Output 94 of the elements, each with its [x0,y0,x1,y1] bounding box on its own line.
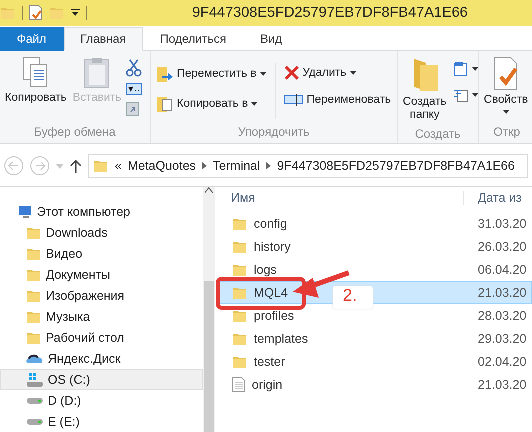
drive-icon [26,396,44,405]
step-label: 2. [333,286,374,309]
new-item-icon [452,61,469,77]
file-name: origin [252,378,283,392]
drive-icon [26,372,44,388]
ribbon-tab[interactable]: Поделиться [143,27,244,51]
documents-folder-icon [26,267,42,284]
nav-item[interactable]: Downloads [0,222,203,244]
caret-icon [251,102,258,106]
file-row[interactable]: origin 21.03.20 [217,373,532,396]
ribbon-group-label: Буфер обмена [33,124,117,141]
scroll-up-icon[interactable] [205,187,213,193]
address-bar[interactable]: « MetaQuotes Terminal 9F447308E5FD25797EB7DF8FB47A1E66 [88,154,528,178]
breadcrumb[interactable]: Terminal [213,159,260,173]
column-header[interactable]: Дата из [464,191,522,205]
ribbon-group-label: Упорядочить [237,124,311,141]
caret-icon [472,67,479,71]
copy-path-icon[interactable] [126,83,142,95]
caret-icon [260,72,267,76]
properties-icon[interactable] [29,5,43,21]
ribbon-tab[interactable]: Вид [243,27,300,51]
file-menu-tab[interactable]: Файл [0,27,64,51]
file-name: templates [254,332,308,346]
computer-icon [17,205,33,220]
file-icon [232,376,246,392]
file-date: 31.03.20 [477,216,527,230]
clipboard-icon [83,57,112,89]
chevron-icon[interactable] [266,162,272,170]
folder-icon [93,158,109,174]
scrollbar[interactable] [203,187,215,432]
nav-item[interactable]: Рабочий стол [0,327,203,348]
caret-icon [350,71,357,75]
delete-icon [284,65,300,81]
file-row[interactable]: templates 29.03.20 [217,327,532,350]
downloads-folder-icon [26,225,42,242]
nav-item[interactable]: Документы [0,264,203,286]
nav-item[interactable]: Яндекс.Диск [0,348,203,370]
drive-icon [26,418,44,426]
file-name: tester [254,354,286,368]
nav-item[interactable]: Видео [0,244,203,265]
breadcrumb[interactable]: MetaQuotes [128,159,196,173]
ribbon-button[interactable]: Копировать в [154,93,269,115]
column-header[interactable]: Имя [217,191,464,205]
ribbon-group-label: Откр [492,124,522,141]
file-date: 06.04.20 [477,262,527,276]
ribbon-button[interactable]: Копировать [3,55,69,107]
file-date: 02.04.20 [477,354,527,368]
file-name: profiles [254,308,294,322]
scissors-icon[interactable] [126,59,142,77]
nav-item[interactable]: OS (C:) [0,369,203,390]
overflow-chevron[interactable]: « [115,159,122,173]
video-folder-icon [26,246,42,262]
ribbon-button[interactable]: Переименовать [282,91,394,109]
nav-item[interactable]: E (E:) [0,411,203,432]
customize-dropdown-icon[interactable] [71,9,80,17]
ribbon-tab[interactable]: Главная [64,27,144,51]
ribbon-button[interactable]: Свойств [482,55,530,116]
nav-item[interactable]: D (D:) [0,390,203,412]
file-row[interactable]: history 26.03.20 [217,235,532,258]
scroll-thumb[interactable] [204,281,214,432]
paste-shortcut-icon[interactable] [126,101,140,117]
rename-icon [284,93,304,107]
new-folder-icon [49,5,65,21]
ribbon-group-label: Создать [414,126,462,142]
move-to-folder-icon [156,65,174,83]
cloud-icon [26,352,44,365]
nav-item[interactable]: Этот компьютер [0,202,203,223]
nav-item[interactable]: Изображения [0,286,203,307]
copy-to-folder-icon [156,95,174,113]
file-row[interactable]: logs 06.04.20 [217,258,532,281]
up-icon[interactable] [70,159,82,173]
file-row[interactable]: config 31.03.20 [217,212,532,235]
breadcrumb[interactable]: 9F447308E5FD25797EB7DF8FB47A1E66 [277,159,515,173]
ribbon-button[interactable]: Переместить в [154,63,269,85]
file-date: 29.03.20 [477,332,527,346]
file-name: logs [254,262,277,276]
file-name: MQL4 [254,286,288,300]
file-date: 21.03.20 [477,286,527,300]
ribbon-button[interactable]: Создать папку [401,55,449,124]
file-name: history [254,240,291,254]
caret-icon [472,93,479,97]
copy-icon [22,57,50,89]
window-title: 9F447308E5FD25797EB7DF8FB47A1E66 [192,5,468,21]
file-date: 26.03.20 [477,240,527,254]
ribbon-button[interactable]: Удалить [282,63,394,83]
chevron-icon[interactable] [202,162,208,170]
nav-item[interactable]: Музыка [0,306,203,328]
file-name: config [254,216,288,230]
properties-icon [492,57,520,91]
file-date: 21.03.20 [477,378,527,392]
file-row[interactable]: tester 02.04.20 [217,350,532,373]
images-folder-icon [26,288,42,304]
file-date: 28.03.20 [477,308,527,322]
caret-icon [502,110,510,114]
